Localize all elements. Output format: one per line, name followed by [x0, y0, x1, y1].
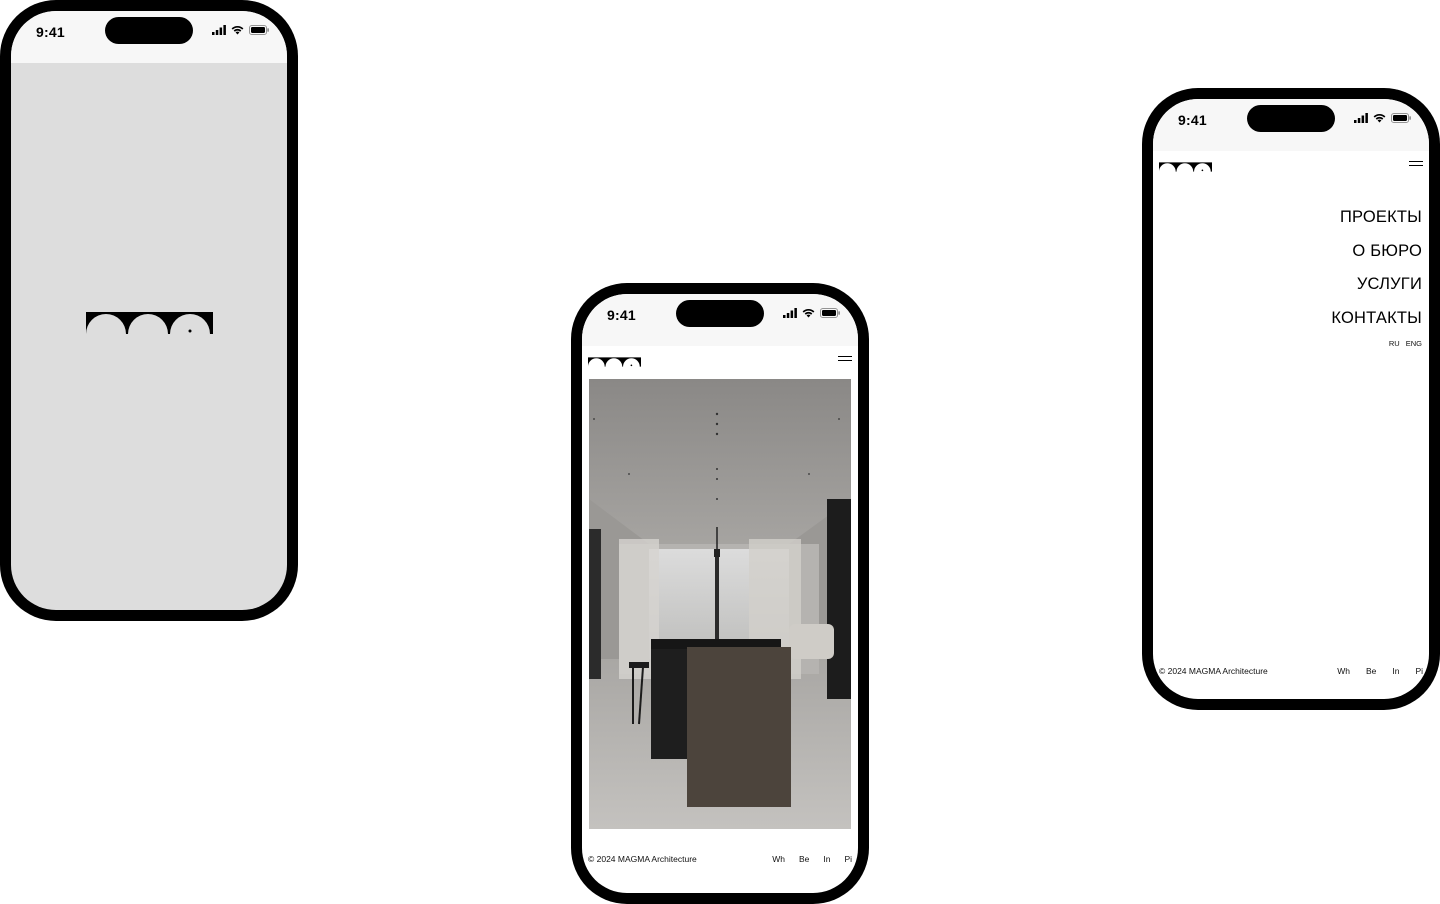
cellular-signal-icon: [783, 308, 797, 318]
system-icons: [783, 308, 840, 318]
close-menu-icon[interactable]: [1409, 159, 1423, 169]
social-link-be[interactable]: Be: [1366, 666, 1376, 676]
social-link-be[interactable]: Be: [799, 854, 809, 864]
social-link-in[interactable]: In: [823, 854, 830, 864]
status-bar: 9:41: [582, 294, 858, 346]
phone-menu: 9:41 ПРОЕКТЫ О БЮРО УСЛУГИ КОНТАКТЫ RU E…: [1142, 88, 1440, 710]
dynamic-island: [105, 17, 193, 44]
status-time: 9:41: [607, 307, 636, 323]
nav-item-services[interactable]: УСЛУГИ: [1357, 268, 1422, 302]
site-footer: © 2024 MAGMA Architecture Wh Be In Pi: [1159, 666, 1423, 676]
magma-logo-icon[interactable]: [1159, 159, 1212, 177]
social-link-in[interactable]: In: [1392, 666, 1399, 676]
language-switcher: RU ENG: [1389, 339, 1422, 348]
magma-logo-icon: [86, 312, 213, 339]
status-time: 9:41: [1178, 112, 1207, 128]
lang-ru[interactable]: RU: [1389, 339, 1400, 348]
status-time: 9:41: [36, 24, 65, 40]
nav-item-about[interactable]: О БЮРО: [1352, 235, 1422, 269]
social-links: Wh Be In Pi: [758, 854, 852, 864]
main-navigation: ПРОЕКТЫ О БЮРО УСЛУГИ КОНТАКТЫ RU ENG: [1331, 201, 1422, 348]
social-link-wh[interactable]: Wh: [1337, 666, 1350, 676]
status-bar: 9:41: [1153, 99, 1429, 151]
lang-eng[interactable]: ENG: [1406, 339, 1422, 348]
social-link-pi[interactable]: Pi: [1415, 666, 1423, 676]
phone-splash: 9:41: [0, 0, 298, 621]
nav-item-contacts[interactable]: КОНТАКТЫ: [1331, 302, 1422, 336]
wifi-icon: [231, 25, 244, 35]
wifi-icon: [802, 308, 815, 318]
social-links: Wh Be In Pi: [1321, 666, 1423, 676]
splash-screen: 9:41: [11, 11, 287, 610]
hamburger-icon[interactable]: [838, 354, 852, 364]
wifi-icon: [1373, 113, 1386, 123]
social-link-wh[interactable]: Wh: [772, 854, 785, 864]
home-screen: 9:41 © 2024 MAGMA Architecture Wh Be In …: [582, 294, 858, 893]
social-link-pi[interactable]: Pi: [844, 854, 852, 864]
copyright-text: © 2024 MAGMA Architecture: [1159, 666, 1268, 676]
interior-kitchen-photo[interactable]: [589, 379, 851, 829]
dynamic-island: [676, 300, 764, 327]
system-icons: [212, 25, 269, 35]
cellular-signal-icon: [1354, 113, 1368, 123]
site-footer: © 2024 MAGMA Architecture Wh Be In Pi: [588, 854, 852, 864]
phone-home: 9:41 © 2024 MAGMA Architecture Wh Be In …: [571, 283, 869, 904]
battery-icon: [820, 308, 840, 318]
battery-icon: [249, 25, 269, 35]
nav-item-projects[interactable]: ПРОЕКТЫ: [1340, 201, 1422, 235]
system-icons: [1354, 113, 1411, 123]
status-bar: 9:41: [11, 11, 287, 63]
copyright-text: © 2024 MAGMA Architecture: [588, 854, 697, 864]
magma-logo-icon[interactable]: [588, 354, 641, 372]
battery-icon: [1391, 113, 1411, 123]
dynamic-island: [1247, 105, 1335, 132]
cellular-signal-icon: [212, 25, 226, 35]
menu-screen: 9:41 ПРОЕКТЫ О БЮРО УСЛУГИ КОНТАКТЫ RU E…: [1153, 99, 1429, 699]
